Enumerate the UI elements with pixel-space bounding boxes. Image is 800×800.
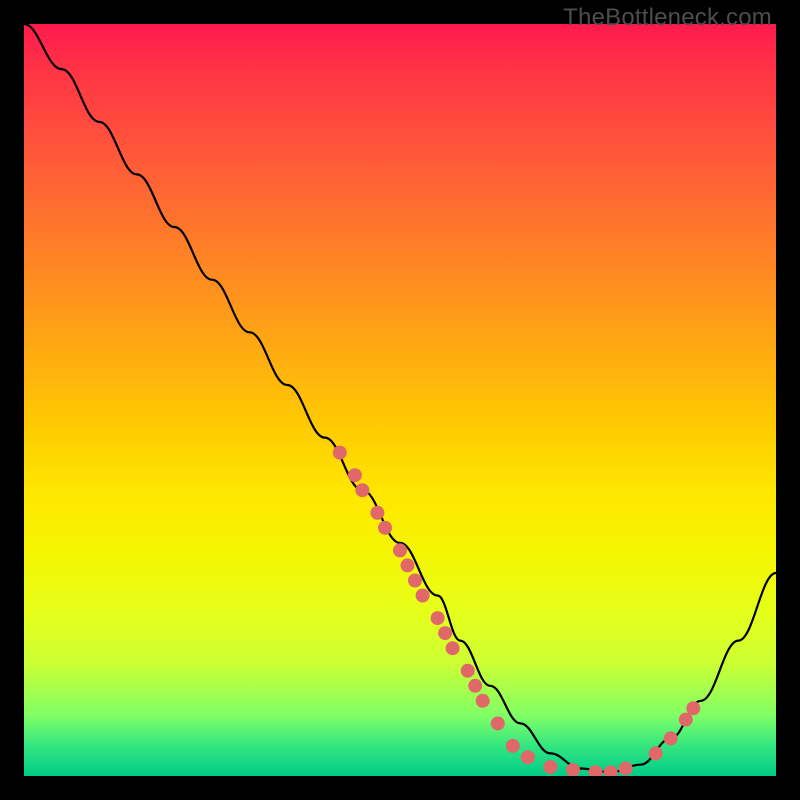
data-dot (408, 574, 422, 588)
data-dot (589, 765, 603, 776)
gradient-plot-area (24, 24, 776, 776)
data-dot (619, 762, 633, 776)
data-dot (461, 664, 475, 678)
data-dot (543, 760, 557, 774)
data-dot (566, 763, 580, 776)
bottleneck-curve (24, 24, 776, 772)
data-dot (446, 641, 460, 655)
data-dot (664, 731, 678, 745)
data-dot (506, 739, 520, 753)
data-dot (476, 694, 490, 708)
data-dot (438, 626, 452, 640)
data-dot (686, 701, 700, 715)
data-dot (333, 446, 347, 460)
watermark-text: TheBottleneck.com (563, 4, 772, 32)
data-dot (431, 611, 445, 625)
data-dot (348, 468, 362, 482)
data-dot (378, 521, 392, 535)
data-dot (491, 716, 505, 730)
data-dot (604, 765, 618, 776)
data-dots (333, 446, 701, 776)
data-dot (370, 506, 384, 520)
data-dot (393, 543, 407, 557)
data-dot (355, 483, 369, 497)
bottleneck-chart (24, 24, 776, 776)
data-dot (521, 750, 535, 764)
data-dot (416, 589, 430, 603)
data-dot (401, 558, 415, 572)
data-dot (468, 679, 482, 693)
data-dot (649, 746, 663, 760)
